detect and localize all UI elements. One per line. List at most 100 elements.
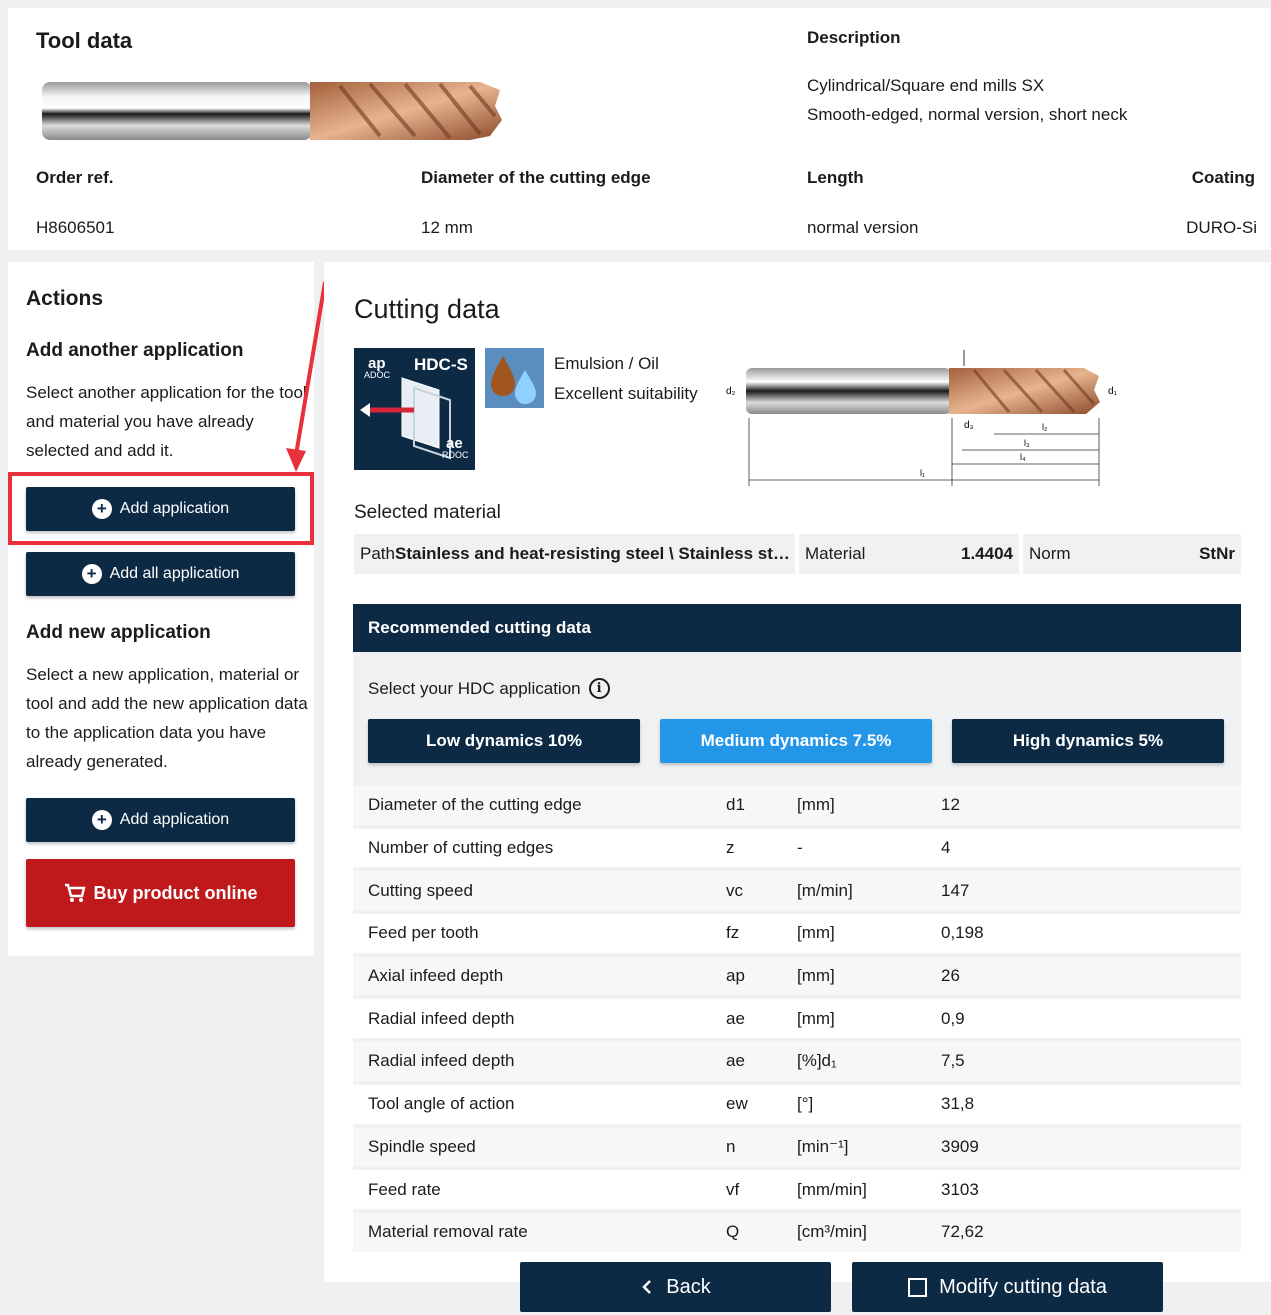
medium-dynamics-button[interactable]: Medium dynamics 7.5% xyxy=(660,719,932,763)
cart-icon xyxy=(64,883,86,902)
table-row: Radial infeed depth ae [%]d₁ 7,5 xyxy=(353,1042,1241,1081)
modify-cutting-data-button[interactable]: Modify cutting data xyxy=(852,1262,1163,1312)
annotation-arrow xyxy=(286,281,327,472)
low-dynamics-button[interactable]: Low dynamics 10% xyxy=(368,719,640,763)
tool-dimension-diagram: d₂ d₁ d₃ l₂ l₃ l₄ l₁ xyxy=(726,350,1118,486)
table-row: Radial infeed depth ae [mm] 0,9 xyxy=(353,999,1241,1039)
coating-value: DURO-Si xyxy=(1186,218,1257,237)
material-path: Path Stainless and heat-resisting steel \… xyxy=(354,534,795,574)
row-unit: [cm³/min] xyxy=(797,1222,867,1242)
d3-label: d₃ xyxy=(964,420,974,431)
table-row: Material removal rate Q [cm³/min] 72,62 xyxy=(353,1212,1241,1252)
row-value: 3909 xyxy=(941,1136,979,1156)
d1-label: d₁ xyxy=(1108,386,1118,397)
high-dynamics-button[interactable]: High dynamics 5% xyxy=(952,719,1224,763)
row-name: Material removal rate xyxy=(368,1222,528,1242)
add-all-application-button[interactable]: + Add all application xyxy=(26,552,295,596)
back-label: Back xyxy=(666,1275,711,1298)
l2-label: l₂ xyxy=(1042,422,1048,432)
coolant-suitability: Excellent suitability xyxy=(554,384,698,403)
add-new-application-label: Add application xyxy=(119,811,230,828)
row-value: 0,198 xyxy=(941,923,984,943)
selected-material-heading: Selected material xyxy=(354,502,501,523)
cutting-data-title: Cutting data xyxy=(354,294,500,324)
row-value: 4 xyxy=(941,838,951,858)
table-row: Feed per tooth fz [mm] 0,198 xyxy=(353,914,1241,953)
row-name: Feed per tooth xyxy=(368,923,479,943)
hdc-select-label: Select your HDC application xyxy=(368,678,581,698)
recommended-cutting-data: Recommended cutting data Select your HDC… xyxy=(353,604,1241,1252)
row-symbol: z xyxy=(726,838,735,858)
coolant-icon xyxy=(485,348,544,408)
row-unit: [mm] xyxy=(797,795,835,815)
buy-product-button[interactable]: Buy product online xyxy=(26,859,295,927)
diameter-label: Diameter of the cutting edge xyxy=(421,168,651,187)
row-name: Radial infeed depth xyxy=(368,1008,515,1028)
row-name: Cutting speed xyxy=(368,880,473,900)
row-symbol: d1 xyxy=(726,795,745,815)
diameter-value: 12 mm xyxy=(421,218,473,237)
length-label: Length xyxy=(807,168,864,187)
hdc-application-icon: ap ADOC HDC-S ae RDOC xyxy=(354,348,475,470)
row-name: Spindle speed xyxy=(368,1136,476,1156)
l4-label: l₄ xyxy=(1020,452,1026,462)
description-heading: Description xyxy=(807,28,901,47)
info-icon[interactable]: i xyxy=(588,678,610,699)
table-row: Diameter of the cutting edge d1 [mm] 12 xyxy=(353,786,1241,825)
row-symbol: Q xyxy=(726,1222,740,1242)
table-row: Number of cutting edges z - 4 xyxy=(353,828,1241,868)
table-row: Tool angle of action ew [°] 31,8 xyxy=(353,1084,1241,1124)
row-name: Feed rate xyxy=(368,1179,441,1199)
coolant-type: Emulsion / Oil xyxy=(554,354,659,373)
row-symbol: n xyxy=(726,1136,736,1156)
hdc-s-label: HDC-S xyxy=(414,355,468,374)
row-value: 12 xyxy=(941,795,960,815)
back-button[interactable]: Back xyxy=(520,1262,831,1312)
row-unit: - xyxy=(797,838,803,858)
material-value: 1.4404 xyxy=(961,544,1013,563)
row-unit: [min⁻¹] xyxy=(797,1136,849,1156)
row-symbol: ap xyxy=(726,966,745,986)
row-unit: [mm] xyxy=(797,966,835,986)
chevron-left-icon xyxy=(642,1280,652,1294)
row-symbol: ew xyxy=(726,1094,748,1114)
row-unit: [°] xyxy=(797,1094,814,1114)
l3-label: l₃ xyxy=(1024,438,1030,448)
material-path-value: Stainless and heat-resisting steel \ Sta… xyxy=(394,544,790,563)
add-new-application-button[interactable]: + Add application xyxy=(26,798,295,842)
row-symbol: ae xyxy=(726,1051,745,1071)
highlight-annotation xyxy=(8,472,314,545)
rdoc-label: RDOC xyxy=(442,450,469,460)
recommended-heading: Recommended cutting data xyxy=(353,604,1241,652)
coating-label: Coating xyxy=(1191,168,1255,187)
plus-circle-icon: + xyxy=(91,810,112,830)
row-symbol: fz xyxy=(726,923,740,943)
row-value: 26 xyxy=(941,966,960,986)
description-line-1: Cylindrical/Square end mills SX xyxy=(807,76,1045,95)
row-value: 72,62 xyxy=(941,1222,984,1242)
table-row: Feed rate vf [mm/min] 3103 xyxy=(353,1170,1241,1209)
hdc-select-prompt: Select your HDC application i xyxy=(368,678,610,699)
adoc-label: ADOC xyxy=(364,370,391,380)
d2-label: d₂ xyxy=(726,386,736,397)
cutting-data-table: Diameter of the cutting edge d1 [mm] 12 Numb… xyxy=(353,786,1241,1256)
norm-value: StNr xyxy=(1199,544,1235,563)
row-unit: [mm] xyxy=(797,1008,835,1028)
row-name: Number of cutting edges xyxy=(368,838,554,858)
l1-label: l₁ xyxy=(920,468,925,478)
norm-label: Norm xyxy=(1029,544,1071,563)
table-row: Spindle speed n [min⁻¹] 3909 xyxy=(353,1127,1241,1167)
row-unit: [m/min] xyxy=(797,880,853,900)
plus-circle-icon: + xyxy=(81,564,102,584)
cutting-data-panel: Cutting data ap ADOC HDC-S ae RDOC Emuls… xyxy=(324,262,1271,1282)
row-name: Diameter of the cutting edge xyxy=(368,795,582,815)
checkbox-icon xyxy=(908,1277,928,1297)
material-label: Material xyxy=(805,544,866,563)
description-line-2: Smooth-edged, normal version, short neck xyxy=(807,105,1128,124)
add-new-text: Select a new application, material or to… xyxy=(26,665,308,771)
table-row: Axial infeed depth ap [mm] 26 xyxy=(353,956,1241,996)
row-value: 7,5 xyxy=(941,1051,965,1071)
row-symbol: vf xyxy=(726,1179,740,1199)
add-new-heading: Add new application xyxy=(26,622,211,643)
norm-cell: Norm StNr xyxy=(1023,534,1241,574)
